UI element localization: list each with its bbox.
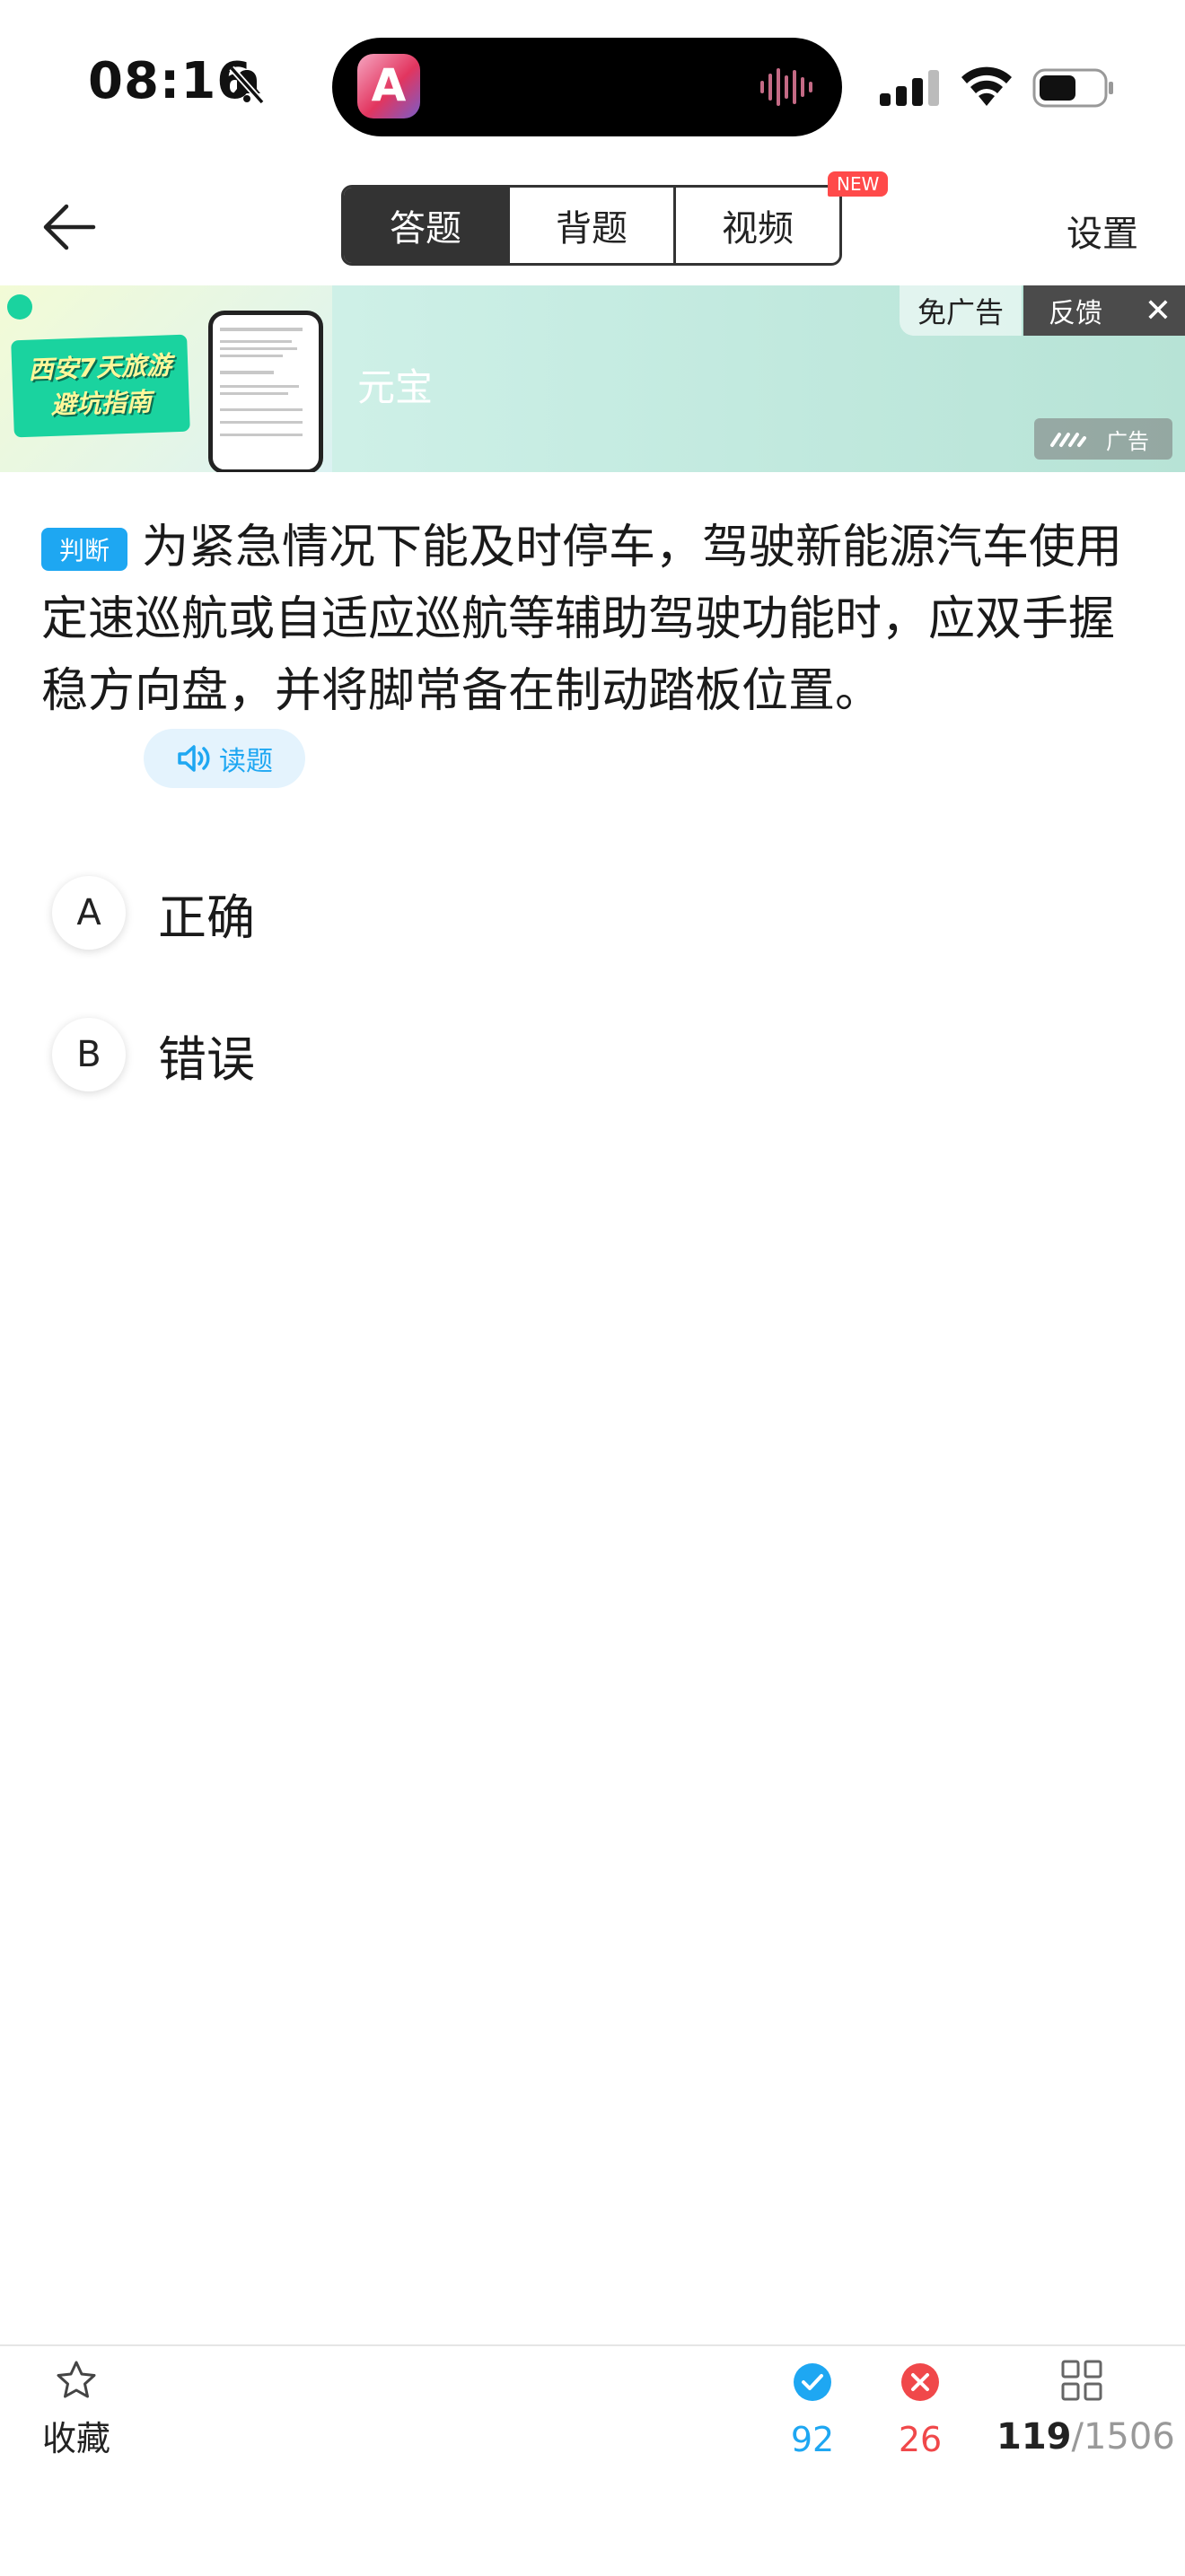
settings-button[interactable]: 设置 — [1066, 205, 1138, 257]
option-b-letter: B — [52, 1018, 126, 1091]
progress-text: 119/1506 — [996, 2416, 1175, 2458]
battery-icon — [1032, 68, 1113, 108]
speaker-icon — [178, 745, 210, 772]
ad-thumbnail: 西安7天旅游 避坑指南 — [0, 285, 332, 472]
phone-mockup-icon — [208, 311, 323, 472]
option-b[interactable]: B 错误 — [52, 1014, 591, 1095]
correct-count[interactable]: 92 — [781, 2362, 844, 2459]
read-question-button[interactable]: 读题 — [144, 729, 305, 788]
tab-answer[interactable]: 答题 — [344, 188, 510, 263]
question-type-badge: 判断 — [41, 528, 127, 571]
ad-title[interactable]: 元宝 — [357, 357, 433, 412]
bell-muted-icon — [229, 66, 265, 105]
favorite-button[interactable]: 收藏 — [36, 2359, 117, 2460]
app-icon: A — [357, 54, 420, 118]
ad-close-icon[interactable]: ✕ — [1140, 285, 1176, 336]
check-circle-icon — [794, 2363, 831, 2401]
audio-wave-icon — [760, 68, 812, 106]
star-icon — [57, 2361, 96, 2398]
new-badge: NEW — [828, 171, 889, 197]
read-question-label: 读题 — [219, 746, 273, 777]
progress-total: /1506 — [1071, 2416, 1175, 2458]
ad-brand-icon — [1050, 433, 1086, 447]
option-a-letter: A — [52, 876, 126, 950]
dynamic-island: A — [332, 38, 842, 136]
grid-icon — [1061, 2360, 1102, 2401]
ad-logo-icon — [7, 294, 32, 320]
ad-feedback-label: 反馈 — [1049, 298, 1102, 329]
option-a[interactable]: A 正确 — [52, 872, 591, 953]
ad-label-text: 广告 — [1106, 428, 1149, 454]
favorite-label: 收藏 — [41, 2419, 110, 2458]
correct-count-value: 92 — [790, 2420, 835, 2459]
wrong-count-value: 26 — [898, 2420, 943, 2459]
ad-thumb-text-1: 西安7天旅游 — [28, 350, 172, 385]
x-circle-icon — [901, 2363, 939, 2401]
ad-label-badge: 广告 — [1034, 418, 1172, 460]
option-b-text: 错误 — [158, 1030, 255, 1088]
wifi-icon — [961, 66, 1012, 106]
back-arrow-icon[interactable] — [38, 196, 101, 258]
wrong-count[interactable]: 26 — [889, 2362, 952, 2459]
tab-video[interactable]: 视频 — [676, 188, 839, 263]
cellular-signal-icon — [880, 70, 939, 106]
ad-thumb-text-2: 避坑指南 — [50, 387, 153, 420]
option-a-text: 正确 — [158, 889, 255, 946]
progress-current: 119 — [996, 2416, 1072, 2458]
tab-memorize[interactable]: 背题 — [510, 188, 676, 263]
ad-thumb-tag: 西安7天旅游 避坑指南 — [11, 334, 190, 438]
status-bar: 08:16 A — [0, 0, 1185, 171]
question-progress[interactable]: 119/1506 — [996, 2359, 1175, 2458]
remove-ads-button[interactable]: 免广告 — [900, 285, 1022, 336]
mode-segmented-control: 答题 背题 视频 — [341, 185, 842, 266]
question-text: 为紧急情况下能及时停车，驾驶新能源汽车使用定速巡航或自适应巡航等辅助驾驶功能时，… — [41, 521, 1123, 718]
